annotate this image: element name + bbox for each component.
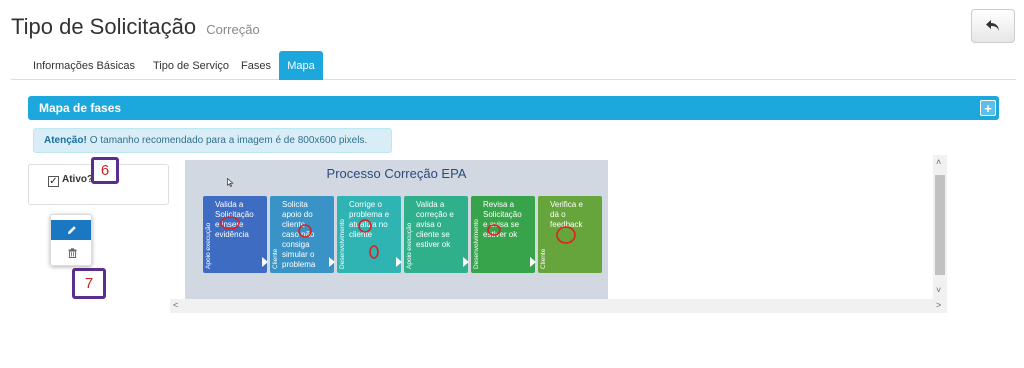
vertical-scroll-thumb[interactable] [935, 175, 945, 275]
alert-text: O tamanho recomendado para a imagem é de… [89, 135, 368, 146]
panel-header: Mapa de fases + [28, 96, 999, 120]
edit-button[interactable] [51, 220, 91, 240]
alert-strong: Atenção! [44, 135, 87, 146]
map-viewer[interactable]: Processo Correção EPA Apoio execução Vali… [170, 155, 947, 313]
phase-box: DesenvolvimentoCorrige o problema e atuali… [337, 196, 402, 273]
undo-arrow-icon [986, 20, 999, 31]
phase-box: Apoio execuçãoValida a correção e avisa oc… [404, 196, 469, 273]
callout-badge-7: 7 [72, 268, 106, 299]
page-title: Tipo de Solicitação Correção [11, 14, 260, 40]
mouse-cursor-icon [227, 178, 234, 187]
phase-role-label: Apoio execução [406, 222, 413, 269]
delete-button[interactable] [51, 243, 91, 263]
scroll-right-icon[interactable]: ˃ [936, 301, 941, 310]
tab-mapa[interactable]: Mapa [279, 51, 323, 80]
info-alert: Atenção! O tamanho recomendado para a im… [33, 128, 392, 153]
tab-informacoes-basicas[interactable]: Informações Básicas [27, 51, 141, 80]
phase-flow: Apoio execuçãoValida a Solicitação e inser… [203, 196, 602, 273]
phase-box: ClienteVerifica e dá o feedback [538, 196, 602, 273]
vertical-scrollbar[interactable]: ˄ ˅ [933, 155, 947, 299]
scroll-left-icon[interactable]: ˂ [173, 301, 178, 310]
plus-icon[interactable]: + [980, 100, 996, 116]
phase-box: Apoio execuçãoValida a Solicitação e inser… [203, 196, 268, 273]
process-diagram-image: Processo Correção EPA Apoio execução Vali… [185, 160, 608, 299]
phase-role-label: Cliente [540, 248, 547, 269]
back-button[interactable] [971, 9, 1015, 43]
tab-fases[interactable]: Fases [236, 51, 276, 80]
phase-role-label: Cliente [272, 248, 279, 269]
page-subtitle: Correção [206, 22, 260, 37]
trash-icon [68, 248, 76, 258]
phase-box: DesenvolvimentoRevisa a Solicitação e avis… [471, 196, 536, 273]
callout-badge-6: 6 [91, 157, 119, 184]
action-menu [50, 214, 92, 266]
panel-title: Mapa de fases [39, 101, 122, 115]
page-title-text: Tipo de Solicitação [11, 14, 197, 39]
pencil-icon [68, 226, 76, 234]
active-label: Ativo? [62, 174, 94, 185]
phase-box: ClienteSolicita apoio do cliente caso não co… [270, 196, 335, 273]
phase-role-label: Desenvolvimento [339, 219, 346, 269]
active-checkbox[interactable]: ✓ [48, 176, 59, 187]
phase-role-label: Desenvolvimento [473, 219, 480, 269]
scroll-down-icon[interactable]: ˅ [936, 286, 941, 295]
horizontal-scrollbar[interactable]: ˂ ˃ [170, 299, 947, 313]
phase-role-label: Apoio execução [205, 222, 212, 269]
tab-tipo-de-servico[interactable]: Tipo de Serviço [147, 51, 235, 80]
scroll-up-icon[interactable]: ˄ [936, 158, 941, 167]
tab-bar: Informações Básicas Tipo de Serviço Fase… [11, 51, 1016, 80]
